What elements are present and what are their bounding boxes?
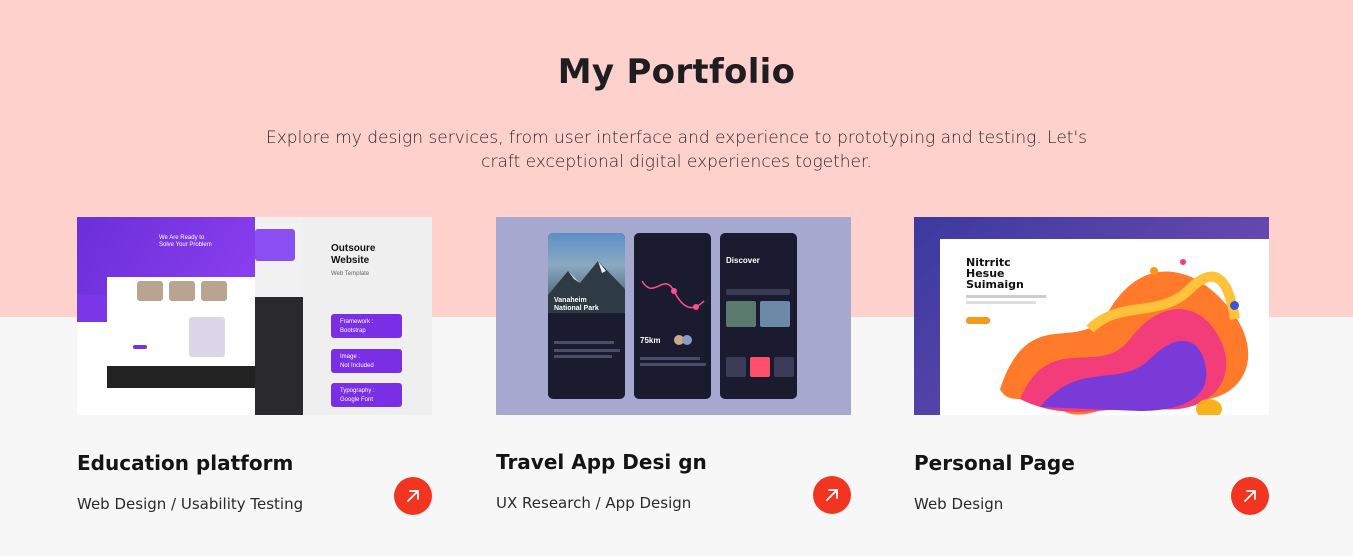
portfolio-card-personal[interactable]: Nitrritc Hesue Suimaign Personal Page We… <box>914 217 1269 515</box>
thumb-discover: Discover <box>726 256 760 265</box>
phone-screen: Discover <box>720 233 797 399</box>
thumb-park-name: Vanaheim National Park <box>554 297 599 312</box>
thumb-side-title: Outsoure Website <box>331 243 376 266</box>
page-title: My Portfolio <box>557 52 796 92</box>
project-tags: Web Design / Usability Testing <box>77 495 304 513</box>
project-tags: UX Research / App Design <box>496 494 692 512</box>
thumb-distance: 75km <box>640 336 661 345</box>
project-thumbnail[interactable]: Nitrritc Hesue Suimaign <box>914 217 1269 415</box>
phone-screen: 75km <box>634 233 711 399</box>
portfolio-card-travel[interactable]: Vanaheim National Park 75km Discover Tra… <box>496 217 851 514</box>
project-title[interactable]: Personal Page <box>914 451 1075 475</box>
phone-screen: Vanaheim National Park <box>548 233 625 399</box>
arrow-up-right-icon <box>826 489 838 501</box>
thumb-side-sub: Web Template <box>331 271 370 277</box>
thumb-pill: Typography : Google Font <box>331 383 402 407</box>
open-project-button[interactable] <box>394 477 432 515</box>
project-tags: Web Design <box>914 495 1004 513</box>
arrow-up-right-icon <box>1244 490 1256 502</box>
open-project-button[interactable] <box>813 476 851 514</box>
portfolio-card-education[interactable]: We Are Ready to Solve Your Problem Outso… <box>77 217 432 515</box>
thumb-pill: Image : Not Included <box>331 349 402 373</box>
open-project-button[interactable] <box>1231 477 1269 515</box>
project-thumbnail[interactable]: We Are Ready to Solve Your Problem Outso… <box>77 217 432 415</box>
project-thumbnail[interactable]: Vanaheim National Park 75km Discover <box>496 217 851 415</box>
thumb-hero-text: We Are Ready to Solve Your Problem <box>159 235 212 248</box>
arrow-up-right-icon <box>407 490 419 502</box>
project-title[interactable]: Education platform <box>77 451 293 475</box>
abstract-wave-graphic <box>1000 271 1249 415</box>
thumb-pill: Framework : Bootstrap <box>331 314 402 338</box>
project-title[interactable]: Travel App Desi gn <box>496 450 707 474</box>
intro-text: Explore my design services, from user in… <box>265 128 1087 172</box>
